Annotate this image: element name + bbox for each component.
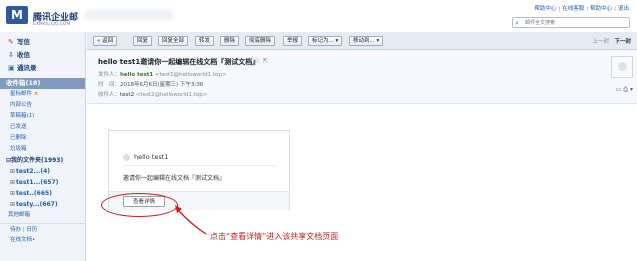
annotation-arrow <box>175 205 207 235</box>
annotation-callout: 点击“查看详情”进入该共享文档页面 <box>210 232 339 241</box>
arrow-head <box>175 205 182 213</box>
arrow-line <box>177 209 207 235</box>
mail-window: M 腾讯企业邮 EXMAIL.QQ.COM 帮助中心 | 在线客服 | 帮助中心 | 退出 … <box>0 0 637 261</box>
